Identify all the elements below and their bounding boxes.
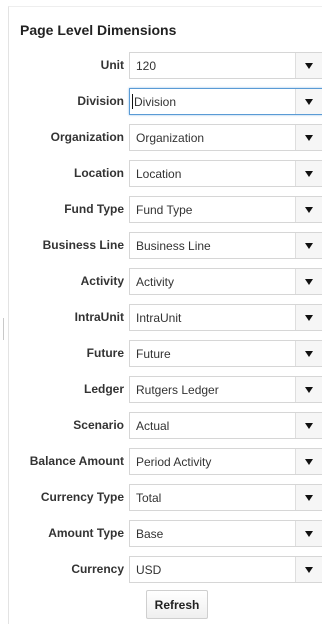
chevron-down-icon xyxy=(305,279,313,285)
field-label: Business Line xyxy=(42,238,124,252)
business-line-select[interactable]: Business Line xyxy=(129,232,322,259)
dropdown-button[interactable] xyxy=(295,413,322,438)
field-row-scenario: Scenario Actual xyxy=(9,412,322,439)
chevron-down-icon xyxy=(305,495,313,501)
field-row-currency: Currency USD xyxy=(9,556,322,583)
chevron-down-icon xyxy=(305,207,313,213)
select-value: Business Line xyxy=(136,239,211,253)
select-value: Future xyxy=(136,347,171,361)
organization-select[interactable]: Organization xyxy=(129,124,322,151)
dropdown-button[interactable] xyxy=(295,269,322,294)
field-label: Future xyxy=(86,346,124,360)
select-value: Organization xyxy=(136,131,205,145)
dropdown-button[interactable] xyxy=(295,161,322,186)
field-row-balance-amount: Balance Amount Period Activity xyxy=(9,448,322,475)
field-label: Currency xyxy=(71,562,124,576)
scenario-select[interactable]: Actual xyxy=(129,412,322,439)
chevron-down-icon xyxy=(305,351,313,357)
field-row-intraunit: IntraUnit IntraUnit xyxy=(9,304,322,331)
select-value: Activity xyxy=(136,275,175,289)
division-select[interactable]: Division xyxy=(129,88,322,115)
field-label: Division xyxy=(77,94,124,108)
page-level-dimensions-panel: Page Level Dimensions Unit 120 Division … xyxy=(8,6,322,624)
unit-select[interactable]: 120 xyxy=(129,52,322,79)
field-label: Currency Type xyxy=(40,490,124,504)
panel-title: Page Level Dimensions xyxy=(20,22,177,38)
chevron-down-icon xyxy=(305,531,313,537)
select-value: Division xyxy=(134,95,177,109)
dropdown-button[interactable] xyxy=(295,53,322,78)
currency-select[interactable]: USD xyxy=(129,556,322,583)
text-caret xyxy=(132,94,133,109)
field-row-business-line: Business Line Business Line xyxy=(9,232,322,259)
dropdown-button[interactable] xyxy=(295,485,322,510)
field-label: Balance Amount xyxy=(29,454,124,468)
select-value: Total xyxy=(136,491,162,505)
location-select[interactable]: Location xyxy=(129,160,322,187)
field-label: Activity xyxy=(80,274,124,288)
chevron-down-icon xyxy=(305,387,313,393)
chevron-down-icon xyxy=(305,459,313,465)
field-row-currency-type: Currency Type Total xyxy=(9,484,322,511)
field-label: Scenario xyxy=(73,418,124,432)
select-value: IntraUnit xyxy=(136,311,182,325)
balance-amount-select[interactable]: Period Activity xyxy=(129,448,322,475)
field-row-division: Division Division xyxy=(9,88,322,115)
select-value: 120 xyxy=(136,59,157,73)
field-label: Fund Type xyxy=(64,202,124,216)
fund-type-select[interactable]: Fund Type xyxy=(129,196,322,223)
chevron-down-icon xyxy=(305,171,313,177)
select-value: USD xyxy=(136,563,162,577)
ledger-select[interactable]: Rutgers Ledger xyxy=(129,376,322,403)
dropdown-button[interactable] xyxy=(295,197,322,222)
field-row-future: Future Future xyxy=(9,340,322,367)
activity-select[interactable]: Activity xyxy=(129,268,322,295)
field-row-location: Location Location xyxy=(9,160,322,187)
select-value: Period Activity xyxy=(136,455,212,469)
field-row-fund-type: Fund Type Fund Type xyxy=(9,196,322,223)
chevron-down-icon xyxy=(305,135,313,141)
intraunit-select[interactable]: IntraUnit xyxy=(129,304,322,331)
chevron-down-icon xyxy=(305,423,313,429)
field-row-unit: Unit 120 xyxy=(9,52,322,79)
field-row-organization: Organization Organization xyxy=(9,124,322,151)
select-value: Location xyxy=(136,167,182,181)
chevron-down-icon xyxy=(305,63,313,69)
field-label: Organization xyxy=(50,130,124,144)
dropdown-button[interactable] xyxy=(295,233,322,258)
field-label: Ledger xyxy=(83,382,124,396)
select-value: Fund Type xyxy=(136,203,193,217)
field-row-activity: Activity Activity xyxy=(9,268,322,295)
dropdown-button[interactable] xyxy=(295,557,322,582)
dropdown-button[interactable] xyxy=(295,89,322,114)
future-select[interactable]: Future xyxy=(129,340,322,367)
select-value: Base xyxy=(136,527,164,541)
field-label: IntraUnit xyxy=(74,310,124,324)
field-label: Unit xyxy=(100,58,124,72)
select-value: Actual xyxy=(136,419,170,433)
dropdown-button[interactable] xyxy=(295,125,322,150)
amount-type-select[interactable]: Base xyxy=(129,520,322,547)
dropdown-button[interactable] xyxy=(295,341,322,366)
panel-edge-mark xyxy=(3,318,4,340)
field-label: Amount Type xyxy=(48,526,124,540)
field-label: Location xyxy=(74,166,124,180)
dropdown-button[interactable] xyxy=(295,449,322,474)
refresh-button[interactable]: Refresh xyxy=(146,590,208,619)
dropdown-button[interactable] xyxy=(295,521,322,546)
currency-type-select[interactable]: Total xyxy=(129,484,322,511)
chevron-down-icon xyxy=(305,243,313,249)
chevron-down-icon xyxy=(305,567,313,573)
field-row-ledger: Ledger Rutgers Ledger xyxy=(9,376,322,403)
dropdown-button[interactable] xyxy=(295,305,322,330)
select-value: Rutgers Ledger xyxy=(136,383,219,397)
chevron-down-icon xyxy=(305,315,313,321)
chevron-down-icon xyxy=(305,99,313,105)
dropdown-button[interactable] xyxy=(295,377,322,402)
field-row-amount-type: Amount Type Base xyxy=(9,520,322,547)
